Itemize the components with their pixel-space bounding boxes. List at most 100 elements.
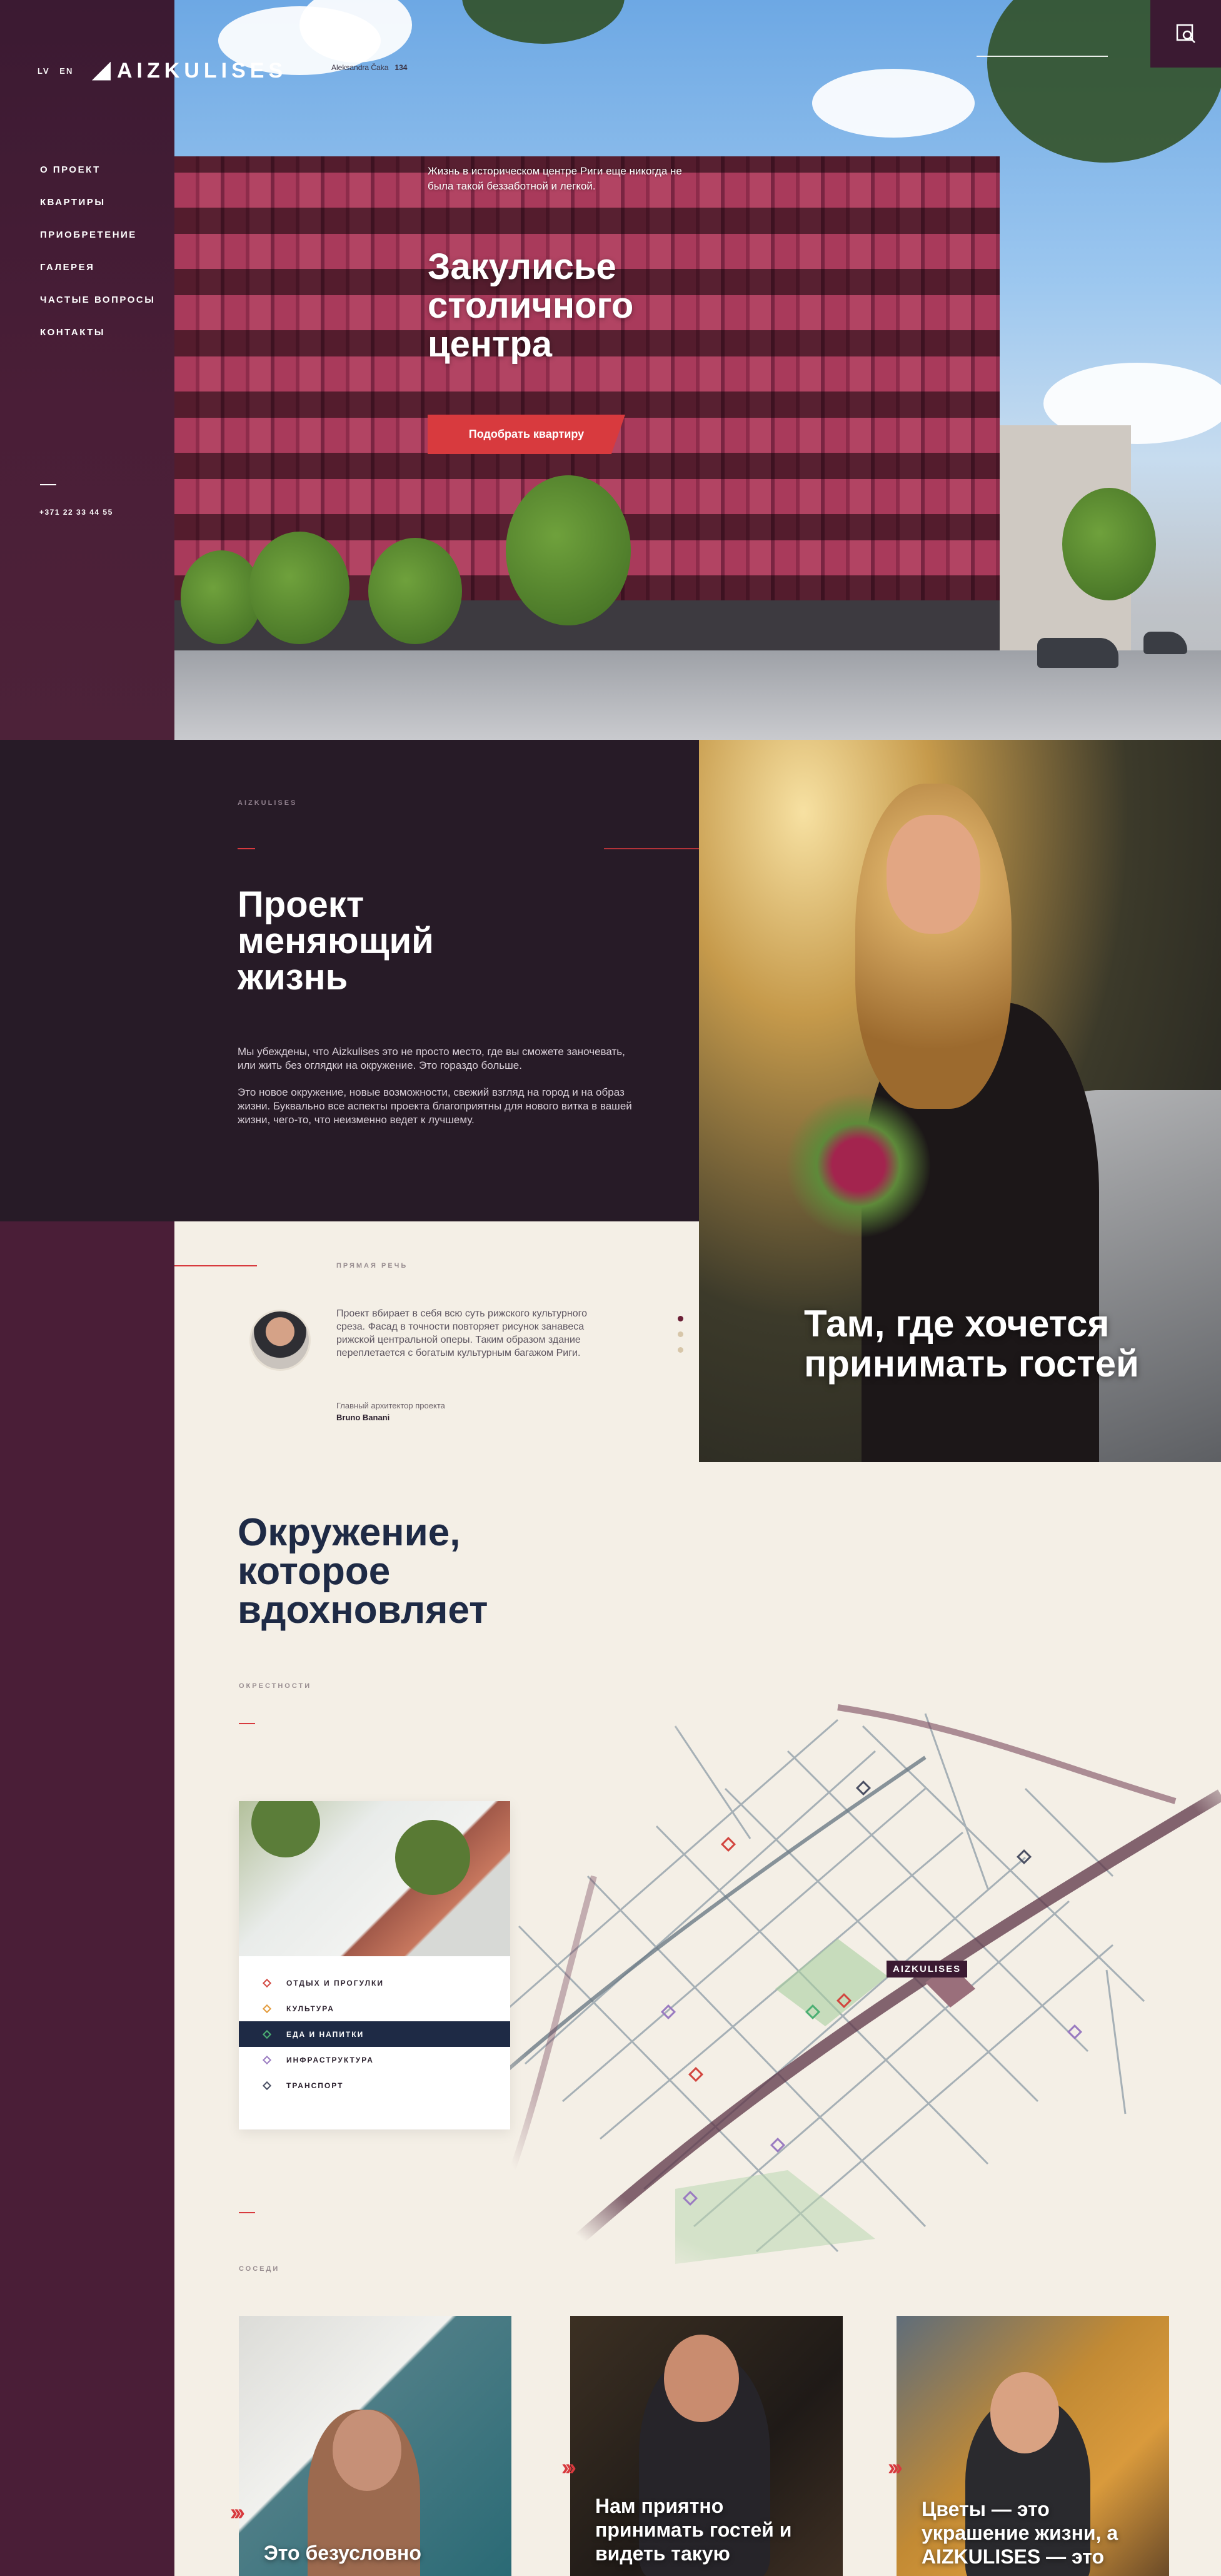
left-stripe [0, 1221, 174, 2576]
neighbour-face [990, 2372, 1059, 2453]
main-nav: О ПРОЕКТ КВАРТИРЫ ПРИОБРЕТЕНИЕ ГАЛЕРЕЯ Ч… [40, 164, 155, 360]
chevron-right-icon: ››› [230, 2499, 245, 2525]
legend-item-label: ИНФРАСТРУКТУРА [286, 2055, 374, 2064]
legend-item-label: ЕДА И НАПИТКИ [286, 2029, 364, 2039]
tree [506, 475, 631, 625]
address-street: Aleksandra Čaka [331, 63, 389, 72]
feature-caption-line: принимать гостей [804, 1343, 1139, 1385]
search-icon [1176, 24, 1195, 43]
pagination-dot[interactable] [678, 1316, 683, 1321]
hero-title: Закулисье столичного центра [428, 248, 633, 364]
logo-text: AIZKULISES [117, 59, 288, 83]
lang-en[interactable]: EN [59, 66, 73, 76]
tree [249, 532, 349, 644]
hero-building-photo [174, 0, 1221, 740]
map-legend: ОТДЫХ И ПРОГУЛКИ КУЛЬТУРА ЕДА И НАПИТКИ … [239, 1970, 510, 2098]
logo[interactable]: AIZKULISES [92, 59, 287, 83]
cloud [812, 69, 975, 138]
divider [40, 484, 56, 485]
pagination-dot[interactable] [678, 1347, 683, 1353]
neighbour-caption: Это безусловно [264, 2542, 421, 2564]
legend-item-label: ОТДЫХ И ПРОГУЛКИ [286, 1978, 384, 1988]
map-project-label[interactable]: AIZKULISES [887, 1961, 968, 1977]
legend-photo [239, 1801, 510, 1956]
about-title: Проект меняющий жизнь [238, 887, 434, 996]
neighbour-card[interactable]: Цветы — это украшение жизни, а AIZKULISE… [897, 2316, 1169, 2576]
diamond-icon [262, 2004, 272, 2013]
diamond-icon [262, 2029, 272, 2039]
neighbour-card[interactable]: Это безусловно [239, 2316, 511, 2576]
map-legend-card: ОТДЫХ И ПРОГУЛКИ КУЛЬТУРА ЕДА И НАПИТКИ … [239, 1801, 510, 2129]
about-paragraph: Мы убеждены, что Aizkulises это не прост… [238, 1046, 625, 1071]
slider-progress [977, 56, 1108, 57]
hero-section: LV EN О ПРОЕКТ КВАРТИРЫ ПРИОБРЕТЕНИЕ ГАЛ… [0, 0, 1221, 740]
quote-text: Проект вбирает в себя всю суть рижского … [336, 1308, 588, 1358]
find-apartment-button[interactable]: Подобрать квартиру [428, 415, 625, 454]
feature-caption: Там, где хочется принимать гостей [804, 1304, 1139, 1384]
neighbour-card[interactable]: Нам приятно принимать гостей и видеть та… [570, 2316, 843, 2576]
hero-tagline: Жизнь в историческом центре Риги еще ник… [428, 165, 682, 192]
tree [1062, 488, 1156, 600]
map-svg [485, 1689, 1221, 2283]
address-number: 134 [394, 63, 408, 72]
about-paragraph: Это новое окружение, новые возможности, … [238, 1086, 632, 1126]
address: Aleksandra Čaka 134 [331, 63, 407, 72]
neighbour-face [333, 2410, 401, 2491]
neighbour-caption: Цветы — это украшение жизни, а AIZKULISE… [922, 2498, 1118, 2568]
legend-item-culture[interactable]: КУЛЬТУРА [239, 1996, 510, 2021]
flowers [786, 1090, 930, 1240]
quote-eyebrow: ПРЯМАЯ РЕЧЬ [336, 1262, 408, 1270]
surroundings-title-line: вдохновляет [238, 1589, 488, 1632]
pagination-dot[interactable] [678, 1331, 683, 1337]
about-title-line: жизнь [238, 957, 348, 998]
nav-item-project[interactable]: О ПРОЕКТ [40, 164, 155, 197]
language-switcher: LV EN [38, 66, 79, 76]
sidebar: LV EN О ПРОЕКТ КВАРТИРЫ ПРИОБРЕТЕНИЕ ГАЛ… [0, 0, 174, 740]
car [1143, 632, 1187, 654]
about-title-line: Проект [238, 884, 364, 925]
neighbour-caption: Нам приятно принимать гостей и видеть та… [595, 2495, 792, 2565]
search-button[interactable] [1150, 0, 1221, 68]
neighbourhood-map[interactable] [485, 1689, 1221, 2283]
surroundings-title-line: которое [238, 1550, 391, 1593]
legend-item-food[interactable]: ЕДА И НАПИТКИ [239, 2021, 510, 2047]
chevron-right-icon: ››› [561, 2454, 576, 2480]
hero-title-line: Закулисье [428, 246, 616, 287]
legend-item-transport[interactable]: ТРАНСПОРТ [239, 2073, 510, 2098]
nav-item-gallery[interactable]: ГАЛЕРЕЯ [40, 262, 155, 295]
diamond-icon [262, 2081, 272, 2090]
section-eyebrow: AIZKULISES [238, 799, 298, 807]
neighbours-eyebrow: СОСЕДИ [239, 2265, 280, 2273]
quote-role: Главный архитектор проекта [336, 1401, 445, 1410]
car [1037, 638, 1118, 668]
nav-item-apartments[interactable]: КВАРТИРЫ [40, 197, 155, 230]
legend-item-label: КУЛЬТУРА [286, 2004, 334, 2013]
legend-item-leisure[interactable]: ОТДЫХ И ПРОГУЛКИ [239, 1970, 510, 1996]
about-title-line: меняющий [238, 921, 434, 961]
nav-item-faq[interactable]: ЧАСТЫЕ ВОПРОСЫ [40, 295, 155, 327]
tree [395, 1820, 470, 1895]
hero-title-line: центра [428, 324, 553, 365]
tree [368, 538, 462, 644]
nav-item-purchase[interactable]: ПРИОБРЕТЕНИЕ [40, 230, 155, 262]
lang-lv[interactable]: LV [38, 66, 50, 76]
red-dash [239, 2212, 255, 2213]
diamond-icon [262, 1978, 272, 1988]
red-dash [239, 1723, 255, 1724]
red-dash [238, 848, 255, 849]
surroundings-title-line: Окружение, [238, 1511, 461, 1554]
tree [251, 1801, 320, 1857]
phone-link[interactable]: +371 22 33 44 55 [39, 508, 113, 517]
hero-title-line: столичного [428, 285, 634, 326]
nav-item-contacts[interactable]: КОНТАКТЫ [40, 327, 155, 360]
about-section: AIZKULISES Проект меняющий жизнь Мы убеж… [0, 740, 791, 1221]
woman-face [887, 815, 980, 934]
legend-item-infrastructure[interactable]: ИНФРАСТРУКТУРА [239, 2047, 510, 2073]
feature-caption-line: Там, где хочется [804, 1303, 1110, 1345]
chevron-right-icon: ››› [888, 2454, 903, 2480]
surroundings-eyebrow: ОКРЕСТНОСТИ [239, 1682, 312, 1690]
quote-author: Bruno Banani [336, 1413, 390, 1422]
neighbour-face [664, 2335, 739, 2422]
legend-item-label: ТРАНСПОРТ [286, 2081, 344, 2090]
foreground-leaves [462, 0, 625, 44]
